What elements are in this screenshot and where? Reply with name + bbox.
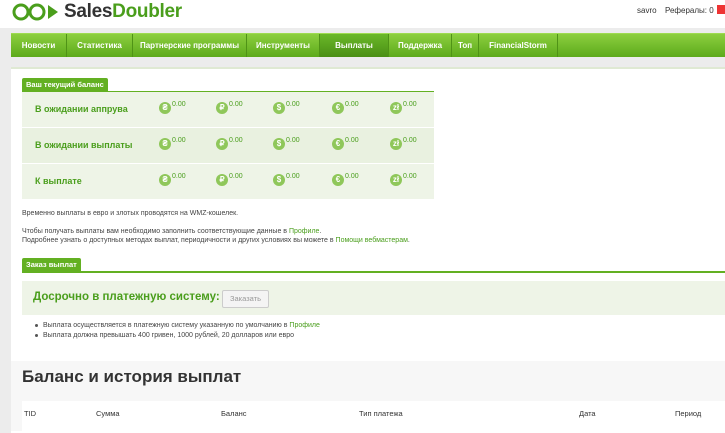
usd-icon: $ — [273, 138, 285, 150]
profile-link[interactable]: Профиле — [289, 228, 319, 235]
rub-icon: ₽ — [216, 102, 228, 114]
balance-cell: $0.00 — [273, 173, 300, 188]
eur-icon: € — [332, 138, 344, 150]
balance-row-payable: К выплате ₴ 0.00 ₽0.00 $0.00 €0.00 zł 0.00 — [22, 164, 434, 200]
nav-item-top[interactable]: Топ — [452, 34, 479, 57]
rub-icon: ₽ — [216, 174, 228, 186]
rub-icon: ₽ — [216, 138, 228, 150]
referrals-link[interactable]: Рефералы: 0 — [665, 6, 714, 15]
pln-icon: zł — [390, 174, 402, 186]
balance-row-pending-payout: В ожидании выплаты ₴ 0.00 ₽0.00 $0.00 €0.… — [22, 128, 434, 164]
main-nav: Новости Статистика Партнерские программы… — [11, 33, 725, 57]
balance-cell: ₽0.00 — [216, 173, 243, 188]
column-header-date[interactable]: Дата — [579, 409, 596, 418]
order-button[interactable]: Заказать — [222, 290, 269, 308]
balance-cell: $0.00 — [273, 137, 300, 152]
username-link[interactable]: savro — [637, 6, 657, 15]
balance-section-title: Ваш текущий баланс — [22, 78, 108, 92]
eur-icon: € — [332, 102, 344, 114]
balance-cell: ₽0.00 — [216, 137, 243, 152]
uah-icon: ₴ — [159, 102, 171, 114]
logo[interactable]: SalesDoubler — [12, 1, 182, 23]
column-header-balance[interactable]: Баланс — [221, 409, 247, 418]
usd-icon: $ — [273, 174, 285, 186]
nav-item-financialstorm[interactable]: FinancialStorm — [479, 34, 558, 57]
balance-row-label: В ожидании аппрува — [35, 104, 128, 114]
order-section-title: Заказ выплат — [22, 258, 81, 272]
nav-item-news[interactable]: Новости — [11, 34, 67, 57]
uah-icon: ₴ — [159, 138, 171, 150]
column-header-tid[interactable]: TID — [24, 409, 36, 418]
pln-icon: zł — [390, 138, 402, 150]
eur-icon: € — [332, 174, 344, 186]
history-title: Баланс и история выплат — [22, 367, 242, 386]
pln-icon: zł — [390, 102, 402, 114]
balance-row-label: К выплате — [35, 176, 82, 186]
balance-cell: €0.00 — [332, 137, 359, 152]
column-header-payment-type[interactable]: Тип платежа — [359, 409, 403, 418]
nav-item-statistics[interactable]: Статистика — [67, 34, 133, 57]
bullet-icon — [35, 323, 38, 327]
column-header-amount[interactable]: Сумма — [96, 409, 120, 418]
list-item: Выплата должна превышать 400 гривен, 100… — [35, 332, 320, 339]
history-section: Баланс и история выплат TID Сумма Баланс… — [11, 361, 725, 431]
divider — [22, 271, 725, 273]
list-item: Выплата осуществляется в платежную систе… — [35, 322, 320, 329]
history-table-header: TID Сумма Баланс Тип платежа Дата Период — [22, 401, 725, 431]
balance-cell: zł 0.00 — [390, 101, 417, 116]
balance-table: В ожидании аппрува ₴ 0.00 ₽0.00 $0.00 €0.… — [22, 92, 434, 200]
balance-cell: zł 0.00 — [390, 173, 417, 188]
webmaster-help-link[interactable]: Помощи вебмастерам — [336, 237, 408, 244]
early-payout-title: Досрочно в платежную систему: — [33, 291, 220, 303]
balance-cell: ₴ 0.00 — [159, 101, 186, 116]
balance-row-pending-approval: В ожидании аппрува ₴ 0.00 ₽0.00 $0.00 €0.… — [22, 92, 434, 128]
nav-item-support[interactable]: Поддержка — [389, 34, 452, 57]
nav-item-payouts[interactable]: Выплаты — [320, 34, 389, 57]
balance-cell: ₴ 0.00 — [159, 137, 186, 152]
top-bar: SalesDoubler savro Рефералы: 0 — [0, 0, 725, 28]
flag-icon[interactable] — [717, 5, 725, 14]
balance-cell: ₴ 0.00 — [159, 173, 186, 188]
balance-cell: $0.00 — [273, 101, 300, 116]
balance-cell: €0.00 — [332, 101, 359, 116]
logo-text: SalesDoubler — [64, 1, 182, 22]
nav-item-affiliate-programs[interactable]: Партнерские программы — [133, 34, 247, 57]
profile-link[interactable]: Профиле — [289, 322, 319, 329]
usd-icon: $ — [273, 102, 285, 114]
balance-cell: zł 0.00 — [390, 137, 417, 152]
balance-cell: €0.00 — [332, 173, 359, 188]
note-currency: Временно выплаты в евро и злотых проводя… — [22, 210, 239, 217]
note-help: Подробнее узнать о доступных методах вып… — [22, 237, 410, 244]
nav-item-tools[interactable]: Инструменты — [247, 34, 320, 57]
early-payout-box: Досрочно в платежную систему: Заказать — [22, 281, 725, 315]
column-header-period[interactable]: Период — [675, 409, 701, 418]
uah-icon: ₴ — [159, 174, 171, 186]
balance-row-label: В ожидании выплаты — [35, 140, 133, 150]
logo-icon — [12, 3, 58, 21]
bullet-icon — [35, 333, 38, 337]
payout-rules-list: Выплата осуществляется в платежную систе… — [35, 322, 320, 342]
note-profile: Чтобы получать выплаты вам необходимо за… — [22, 228, 322, 235]
balance-cell: ₽0.00 — [216, 101, 243, 116]
